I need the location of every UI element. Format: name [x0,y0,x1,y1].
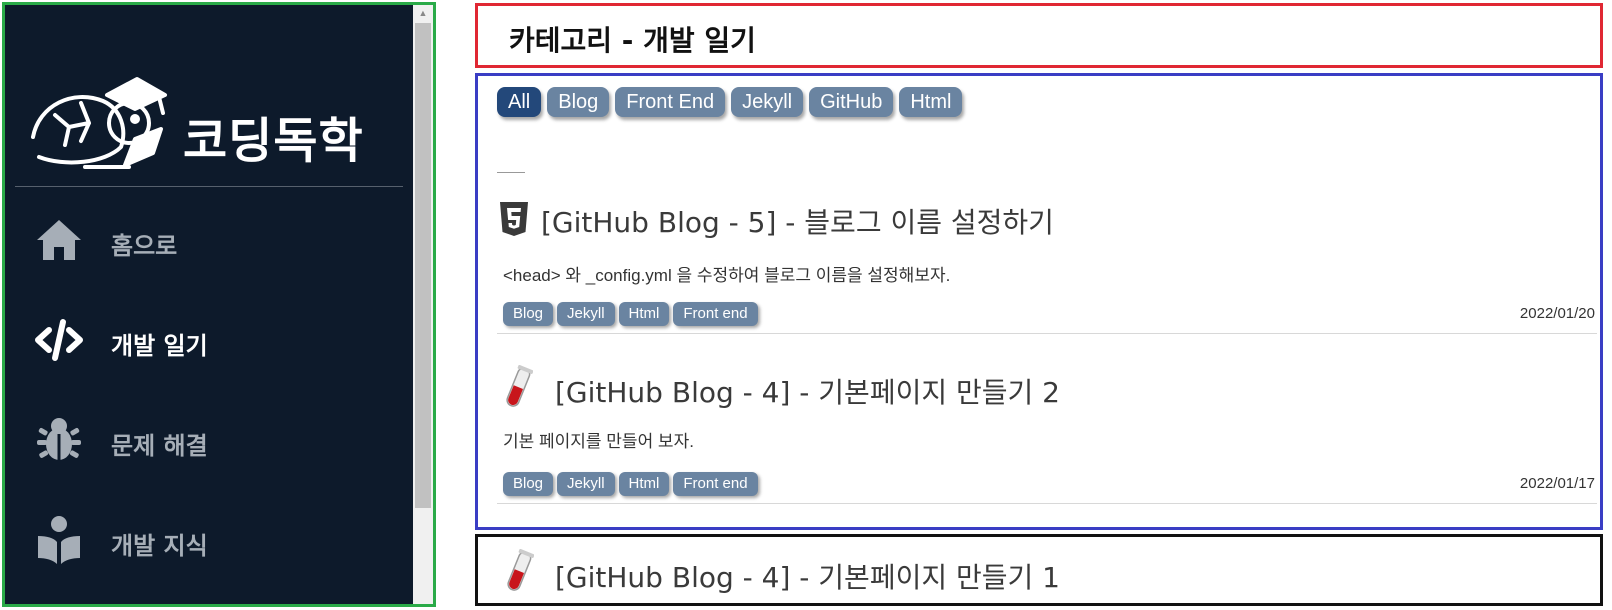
post-item: [GitHub Blog - 5] - 블로그 이름 설정하기 <head> 와… [497,201,1597,341]
next-post-preview: [GitHub Blog - 4] - 기본페이지 만들기 1 [475,534,1603,606]
sidebar-item-label: 홈으로 [111,232,178,260]
tag-chip[interactable]: Front end [673,302,758,326]
sidebar-item-label: 문제 해결 [111,432,208,460]
book-reader-icon [38,516,80,564]
test-tube-icon [507,549,534,591]
scroll-up-arrow-icon[interactable]: ▲ [413,5,433,21]
turtle-logo-icon [31,77,167,169]
sidebar-item-troubleshooting[interactable]: 문제 해결 [25,410,405,470]
filter-chip-html[interactable]: Html [899,87,963,117]
tag-chip[interactable]: Blog [503,472,554,496]
filter-chip-github[interactable]: GitHub [809,87,894,117]
post-description: <head> 와 _config.yml 을 수정하여 블로그 이름을 설정해보… [503,266,951,285]
test-tube-icon [506,365,533,407]
sidebar-divider [15,186,403,187]
post-title[interactable]: [GitHub Blog - 4] - 기본페이지 만들기 2 [555,371,1060,411]
post-item: [GitHub Blog - 4] - 기본페이지 만들기 2 기본 페이지를 … [497,365,1597,511]
post-divider [497,333,1597,334]
scrollbar-thumb[interactable] [415,23,431,508]
tag-chip[interactable]: Jekyll [557,472,615,496]
sidebar-item-home[interactable]: 홈으로 [25,210,405,270]
sidebar: 코딩독학 홈으로 개발 일기 문제 해결 개발 지식 ▲ [2,2,436,607]
divider [497,172,525,173]
tag-chip[interactable]: Blog [503,302,554,326]
filter-chip-front-end[interactable]: Front End [615,87,726,117]
html5-icon [500,202,528,236]
filter-chip-jekyll[interactable]: Jekyll [731,87,804,117]
sidebar-item-label: 개발 지식 [111,532,208,560]
tag-chip[interactable]: Front end [673,472,758,496]
tag-chip[interactable]: Jekyll [557,302,615,326]
post-tags: Blog Jekyll Html Front end [503,472,762,496]
tag-chip[interactable]: Html [618,302,670,326]
post-divider [497,503,1597,504]
sidebar-scrollbar[interactable]: ▲ [413,5,433,604]
post-title[interactable]: [GitHub Blog - 4] - 기본페이지 만들기 1 [555,556,1060,596]
post-list: All Blog Front End Jekyll GitHub Html [GitHub… [475,73,1603,530]
home-icon [37,220,81,260]
post-title[interactable]: [GitHub Blog - 5] - 블로그 이름 설정하기 [541,201,1054,241]
post-date: 2022/01/20 [1519,305,1595,322]
page-title: 카테고리 - 개발 일기 [509,24,756,57]
site-logo[interactable]: 코딩독학 [25,67,385,187]
post-description: 기본 페이지를 만들어 보자. [503,432,694,451]
code-icon [35,319,83,361]
sidebar-item-dev-diary[interactable]: 개발 일기 [25,310,405,370]
category-header: 카테고리 - 개발 일기 [475,3,1603,68]
tag-chip[interactable]: Html [618,472,670,496]
category-filter-bar: All Blog Front End Jekyll GitHub Html [497,87,968,121]
sidebar-item-label: 개발 일기 [111,332,208,360]
logo-text: 코딩독학 [183,113,364,169]
sidebar-item-dev-knowledge[interactable]: 개발 지식 [25,510,405,570]
filter-chip-blog[interactable]: Blog [547,87,610,117]
filter-chip-all[interactable]: All [497,87,542,117]
bug-icon [37,418,81,460]
post-date: 2022/01/17 [1519,475,1595,492]
post-tags: Blog Jekyll Html Front end [503,302,762,326]
